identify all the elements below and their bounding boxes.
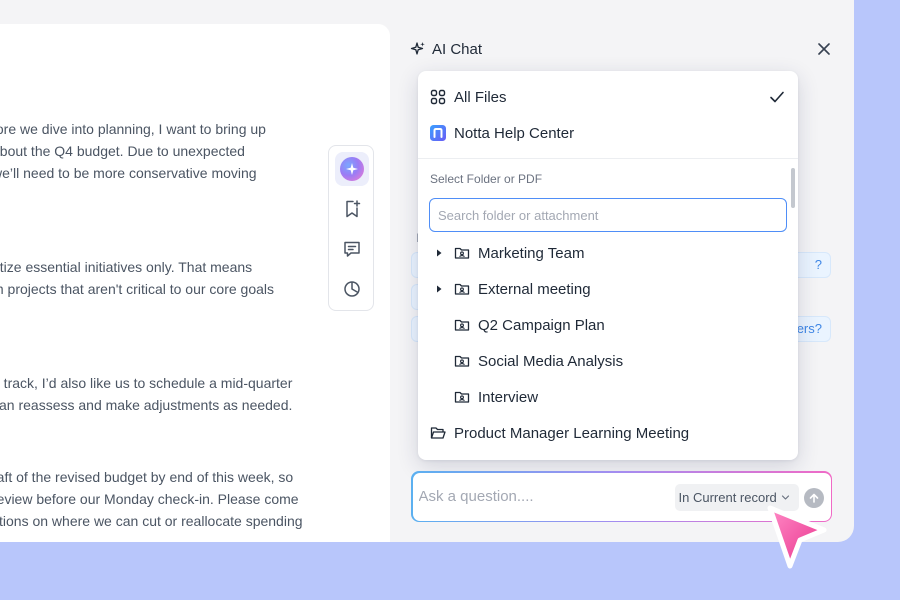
all-files-option[interactable]: All Files (418, 79, 798, 115)
bookmark-tool-button[interactable] (335, 192, 369, 226)
transcript-line: we’ll need to be more conservative movin… (0, 165, 257, 181)
transcript-paragraph: ritize essential initiatives only. That … (0, 256, 332, 300)
folder-open-icon (430, 427, 446, 439)
folder-label: Marketing Team (478, 244, 585, 262)
source-dropdown: All Files Notta Help Center Select Folde… (418, 71, 798, 460)
notta-logo-icon (430, 125, 446, 141)
folder-label: Interview (478, 388, 539, 406)
transcript-line: about the Q4 budget. Due to unexpected (0, 143, 245, 159)
insights-tool-button[interactable] (335, 272, 369, 306)
close-icon (818, 43, 830, 55)
folder-label: Social Media Analysis (478, 352, 624, 370)
folder-section-label: Select Folder or PDF (430, 172, 543, 186)
transcript-line: raft of the revised budget by end of thi… (0, 469, 294, 485)
folder-user-icon (454, 355, 470, 367)
folder-item[interactable]: Social Media Analysis (418, 343, 798, 379)
all-files-label: All Files (454, 88, 507, 106)
transcript-line: n track, I’d also like us to schedule a … (0, 375, 293, 391)
ai-sparkle-icon (340, 157, 364, 181)
check-icon (770, 91, 784, 103)
transcript-line: m projects that aren't critical to our c… (0, 281, 275, 297)
folder-item[interactable]: Interview (418, 379, 798, 415)
help-center-option[interactable]: Notta Help Center (418, 115, 798, 151)
transcript-line: ritize essential initiatives only. That … (0, 259, 253, 275)
chat-title: AI Chat (432, 40, 483, 58)
comment-icon (344, 241, 360, 257)
side-toolbar (328, 145, 374, 311)
transcript-line: fore we dive into planning, I want to br… (0, 121, 266, 137)
help-center-label: Notta Help Center (454, 124, 575, 142)
pointer-cursor-icon (767, 505, 827, 569)
folder-item[interactable]: Marketing Team (418, 235, 798, 271)
dropdown-scrollbar[interactable] (791, 168, 795, 208)
transcript-line: review before our Monday check-in. Pleas… (0, 491, 299, 507)
transcript-paragraph: raft of the revised budget by end of thi… (0, 466, 332, 532)
folder-label: External meeting (478, 280, 591, 298)
transcript-paragraph: fore we dive into planning, I want to br… (0, 118, 332, 184)
close-button[interactable] (814, 39, 834, 59)
comment-tool-button[interactable] (335, 232, 369, 266)
chat-header: AI Chat (410, 38, 482, 60)
folder-user-icon (454, 391, 470, 403)
grid-icon (430, 89, 446, 105)
divider (418, 158, 798, 159)
transcript-paragraph: n track, I’d also like us to schedule a … (0, 372, 332, 416)
folder-search-input[interactable] (429, 198, 787, 232)
folder-user-icon (454, 283, 470, 295)
folder-item[interactable]: External meeting (418, 271, 798, 307)
folder-label: Q2 Campaign Plan (478, 316, 605, 334)
folder-item[interactable]: Q2 Campaign Plan (418, 307, 798, 343)
folder-user-icon (454, 319, 470, 331)
transcript-line: can reassess and make adjustments as nee… (0, 397, 293, 413)
pie-chart-icon (344, 281, 360, 297)
app-canvas: fore we dive into planning, I want to br… (0, 0, 900, 600)
folder-label: Product Manager Learning Meeting (454, 424, 690, 442)
ai-chat-tool-button[interactable] (335, 152, 369, 186)
ai-sparkle-icon (410, 42, 425, 55)
caret-right-icon[interactable] (435, 285, 443, 293)
root-folder-item[interactable]: Product Manager Learning Meeting (418, 415, 798, 451)
transcript-line: stions on where we can cut or reallocate… (0, 513, 303, 529)
ask-question-input[interactable] (418, 482, 669, 511)
caret-right-icon[interactable] (435, 249, 443, 257)
folder-user-icon (454, 247, 470, 259)
bookmark-add-icon (346, 200, 361, 218)
